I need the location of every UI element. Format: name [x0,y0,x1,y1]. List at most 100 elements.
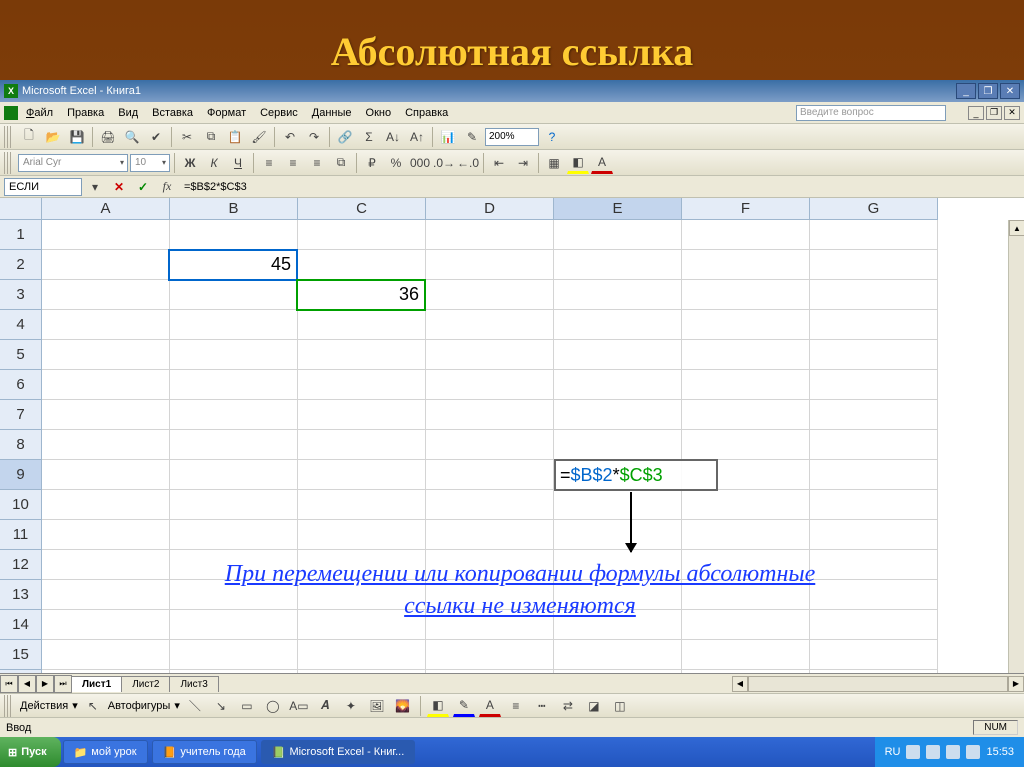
cell-B2[interactable]: 45 [170,250,298,280]
save-icon[interactable]: 💾 [66,126,88,148]
sheet-tab-3[interactable]: Лист3 [169,676,218,692]
col-F[interactable]: F [682,198,810,220]
increase-indent-icon[interactable]: ⇥ [512,152,534,174]
line-color-icon[interactable]: ✎ [453,695,475,717]
font-color-icon[interactable]: A [479,695,501,717]
shadow-icon[interactable]: ◪ [583,695,605,717]
align-right-icon[interactable]: ≡ [306,152,328,174]
draw-actions-menu[interactable]: Действия [20,700,68,712]
cell-A5[interactable] [42,340,170,370]
cell-B16[interactable] [170,670,298,673]
cell-B6[interactable] [170,370,298,400]
cell-E6[interactable] [554,370,682,400]
format-painter-icon[interactable]: 🖌 [248,126,270,148]
tray-icon[interactable] [966,745,980,759]
task-folder[interactable]: 📁 мой урок [63,740,148,764]
cell-G9[interactable] [810,460,938,490]
currency-icon[interactable]: ₽ [361,152,383,174]
cell-A1[interactable] [42,220,170,250]
row-header[interactable]: 4 [0,310,42,340]
col-C[interactable]: C [298,198,426,220]
cell-E7[interactable] [554,400,682,430]
cell-B4[interactable] [170,310,298,340]
name-box[interactable]: ЕСЛИ [4,178,82,196]
tab-next-icon[interactable]: ▶ [36,675,54,693]
cell-E10[interactable] [554,490,682,520]
cell-A8[interactable] [42,430,170,460]
ask-question-input[interactable]: Введите вопрос [796,105,946,121]
cell-B8[interactable] [170,430,298,460]
drawing-icon[interactable]: ✎ [461,126,483,148]
menu-format[interactable]: Формат [201,105,252,121]
cell-A9[interactable] [42,460,170,490]
cell-F11[interactable] [682,520,810,550]
menu-window[interactable]: Окно [360,105,398,121]
dash-style-icon[interactable]: ┅ [531,695,553,717]
rectangle-icon[interactable]: ▭ [236,695,258,717]
row-header[interactable]: 12 [0,550,42,580]
cell-C7[interactable] [298,400,426,430]
cell-D9[interactable] [426,460,554,490]
restore-button[interactable]: ❐ [978,83,998,99]
row-header[interactable]: 11 [0,520,42,550]
merge-icon[interactable]: ⧉ [330,152,352,174]
cell-F4[interactable] [682,310,810,340]
textbox-icon[interactable]: A▭ [288,695,310,717]
cell-G6[interactable] [810,370,938,400]
cell-G3[interactable] [810,280,938,310]
formula-input[interactable]: =$B$2*$C$3 [180,181,1020,193]
cell-A15[interactable] [42,640,170,670]
menu-view[interactable]: Вид [112,105,144,121]
cell-C5[interactable] [298,340,426,370]
preview-icon[interactable]: 🔍 [121,126,143,148]
hyperlink-icon[interactable]: 🔗 [334,126,356,148]
menu-data[interactable]: Данные [306,105,358,121]
toolbar-handle[interactable] [4,152,12,174]
close-button[interactable]: ✕ [1000,83,1020,99]
sheet-tab-2[interactable]: Лист2 [121,676,170,692]
doc-minimize[interactable]: _ [968,106,984,120]
percent-icon[interactable]: % [385,152,407,174]
grid[interactable]: A B C D E F G 12453364567891011121314151… [0,198,1008,673]
cell-D5[interactable] [426,340,554,370]
row-header[interactable]: 15 [0,640,42,670]
borders-icon[interactable]: ▦ [543,152,565,174]
cell-F9[interactable] [682,460,810,490]
cell-G15[interactable] [810,640,938,670]
cell-B3[interactable] [170,280,298,310]
menu-help[interactable]: Справка [399,105,454,121]
cell-D10[interactable] [426,490,554,520]
row-header[interactable]: 7 [0,400,42,430]
cell-D7[interactable] [426,400,554,430]
cell-A3[interactable] [42,280,170,310]
cell-D4[interactable] [426,310,554,340]
row-header[interactable]: 10 [0,490,42,520]
sheet-tab-1[interactable]: Лист1 [71,676,122,692]
cell-A2[interactable] [42,250,170,280]
cell-B7[interactable] [170,400,298,430]
row-header[interactable]: 16 [0,670,42,673]
cell-B9[interactable] [170,460,298,490]
underline-icon[interactable]: Ч [227,152,249,174]
cell-F15[interactable] [682,640,810,670]
tray-icon[interactable] [926,745,940,759]
wordart-icon[interactable]: 𝑨 [314,695,336,717]
cell-C2[interactable] [298,250,426,280]
cell-E3[interactable] [554,280,682,310]
new-icon[interactable]: 🗋 [18,126,40,148]
cell-E11[interactable] [554,520,682,550]
cell-F2[interactable] [682,250,810,280]
align-center-icon[interactable]: ≡ [282,152,304,174]
cell-G2[interactable] [810,250,938,280]
cell-G1[interactable] [810,220,938,250]
comma-icon[interactable]: 000 [409,152,431,174]
row-header[interactable]: 1 [0,220,42,250]
arrow-style-icon[interactable]: ⇄ [557,695,579,717]
help-icon[interactable]: ? [541,126,563,148]
row-header[interactable]: 9 [0,460,42,490]
doc-close[interactable]: ✕ [1004,106,1020,120]
start-button[interactable]: ⊞ Пуск [0,737,61,767]
tray-icon[interactable] [946,745,960,759]
tab-prev-icon[interactable]: ◀ [18,675,36,693]
system-tray[interactable]: RU 15:53 [875,737,1024,767]
